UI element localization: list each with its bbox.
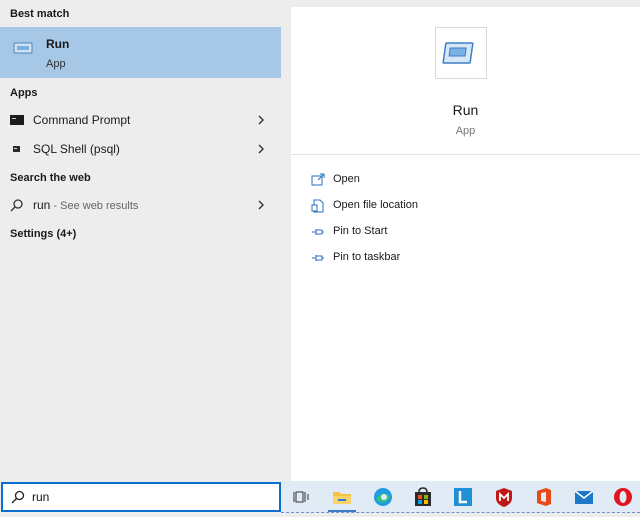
l-app-icon[interactable]	[452, 486, 474, 508]
best-match-title: Run	[46, 37, 70, 51]
file-explorer-icon[interactable]	[331, 486, 353, 508]
best-match-header: Best match	[10, 8, 70, 20]
mcafee-icon[interactable]	[493, 486, 515, 508]
sql-shell-icon	[13, 146, 20, 152]
search-icon	[10, 199, 23, 212]
action-label: Open file location	[333, 199, 418, 211]
mail-icon[interactable]	[573, 486, 595, 508]
settings-header[interactable]: Settings (4+)	[10, 228, 76, 240]
detail-subtitle: App	[455, 125, 476, 137]
web-query: run	[33, 198, 51, 212]
run-app-icon	[13, 42, 33, 54]
pin-icon	[312, 229, 324, 235]
office-icon[interactable]	[533, 486, 555, 508]
detail-title: Run	[452, 102, 479, 118]
chevron-right-icon[interactable]	[256, 114, 266, 126]
action-label: Pin to taskbar	[333, 251, 401, 263]
action-label: Pin to Start	[333, 225, 388, 237]
best-match-subtitle: App	[46, 58, 66, 70]
apps-header: Apps	[10, 87, 38, 99]
app-item-command-prompt[interactable]: Command Prompt	[0, 106, 281, 134]
taskbar	[281, 481, 640, 513]
app-item-label: SQL Shell (psql)	[33, 142, 120, 156]
run-app-icon	[442, 42, 474, 64]
best-match-run[interactable]: Run App	[0, 27, 281, 78]
taskbar-edge	[281, 512, 640, 513]
search-web-header: Search the web	[10, 172, 91, 184]
terminal-icon	[10, 115, 24, 125]
run-large-icon	[435, 27, 487, 79]
web-hint: - See web results	[50, 200, 139, 212]
file-location-icon	[311, 199, 324, 213]
pin-icon	[312, 255, 324, 261]
chevron-right-icon[interactable]	[256, 143, 266, 155]
open-icon	[311, 173, 325, 186]
chevron-right-icon[interactable]	[256, 199, 266, 211]
search-icon	[11, 490, 25, 504]
divider	[291, 154, 640, 155]
action-label: Open	[333, 173, 360, 185]
search-input[interactable]	[32, 488, 272, 506]
edge-icon[interactable]	[372, 486, 394, 508]
search-box[interactable]	[1, 482, 281, 512]
task-view-icon[interactable]	[291, 486, 313, 508]
web-result-run[interactable]: run - See web results	[0, 191, 281, 219]
app-item-sql-shell[interactable]: SQL Shell (psql)	[0, 135, 281, 163]
store-icon[interactable]	[412, 486, 434, 508]
web-result-text: run - See web results	[33, 198, 138, 212]
app-item-label: Command Prompt	[33, 113, 131, 127]
opera-icon[interactable]	[612, 486, 634, 508]
